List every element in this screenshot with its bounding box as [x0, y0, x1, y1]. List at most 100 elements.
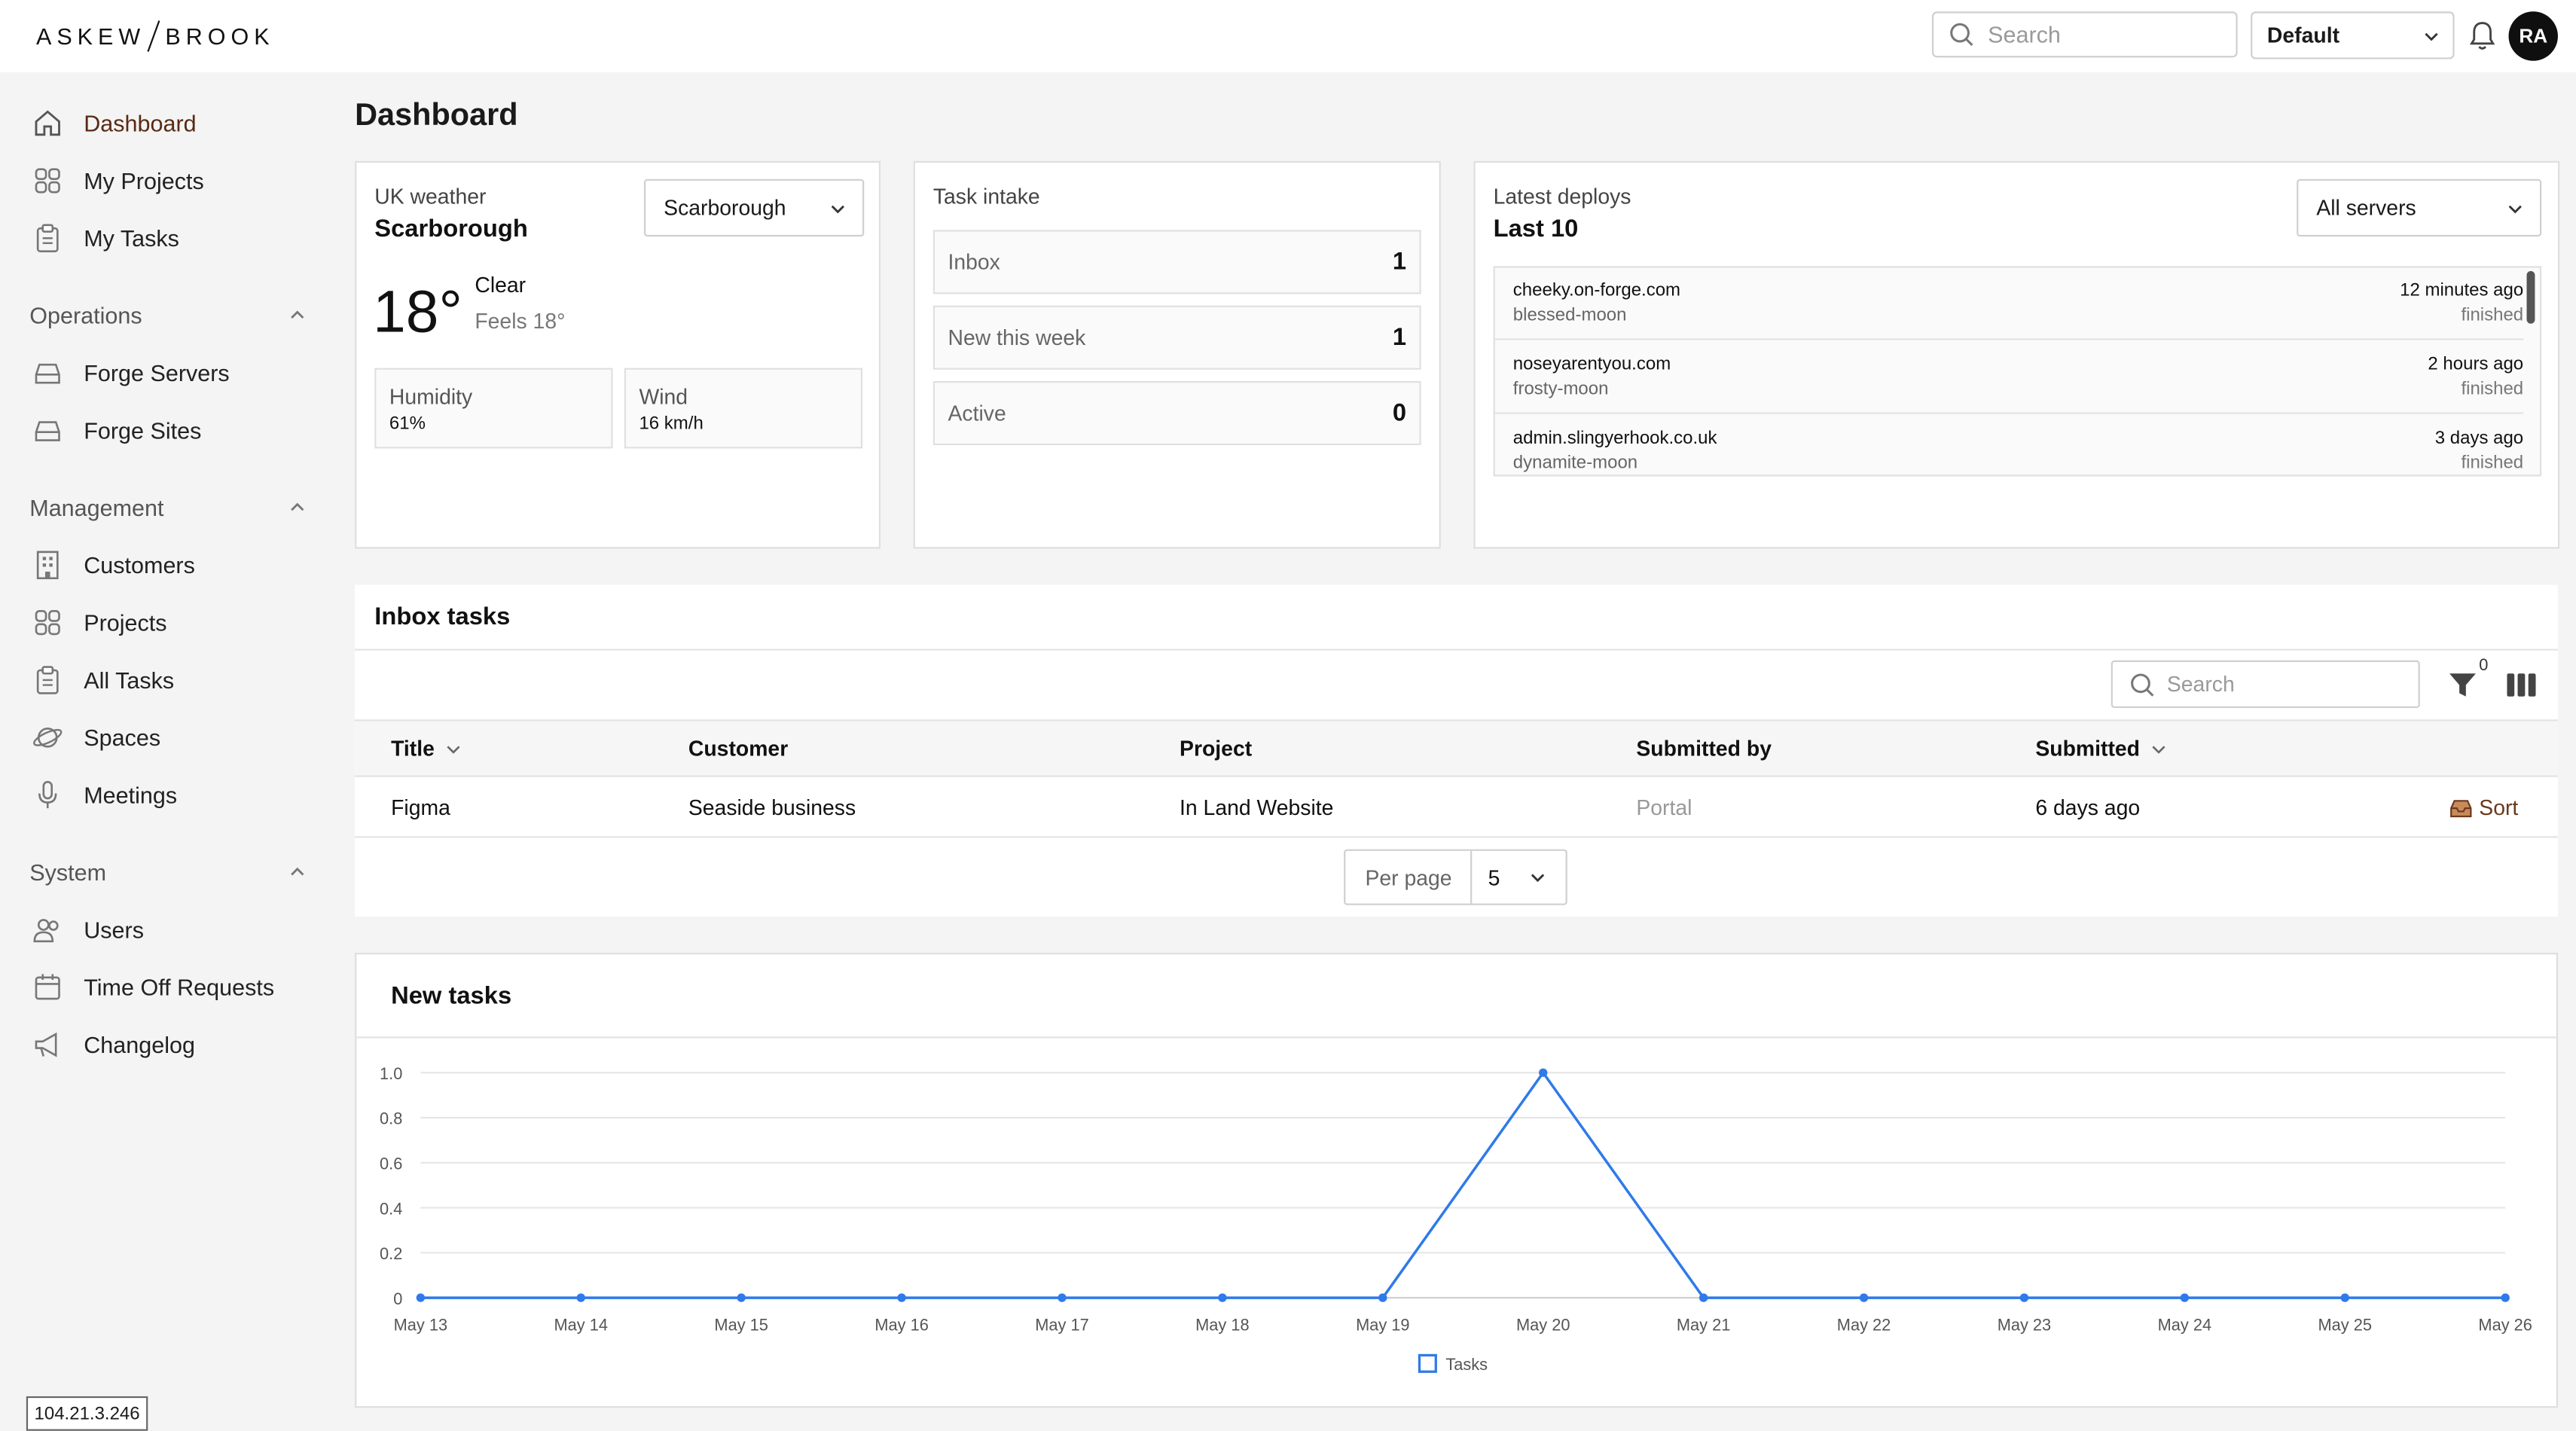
- humidity-value: 61%: [389, 413, 426, 434]
- sidebar-item-changelog[interactable]: Changelog: [29, 1025, 195, 1064]
- deploy-row[interactable]: noseyarentyou.com frosty-moon 2 hours ag…: [1494, 342, 2524, 414]
- user-avatar[interactable]: RA: [2508, 11, 2558, 61]
- server-filter-select[interactable]: All servers: [2297, 178, 2542, 237]
- sidebar-item-all-tasks[interactable]: All Tasks: [29, 661, 174, 700]
- deploy-server: frosty-moon: [1512, 379, 1609, 400]
- sidebar-item-customers[interactable]: Customers: [29, 545, 195, 584]
- workspace-select[interactable]: Default: [2251, 11, 2455, 59]
- divider: [355, 648, 2558, 651]
- page-title: Dashboard: [355, 98, 518, 133]
- deploy-status: finished: [2461, 305, 2524, 325]
- users-icon: [29, 912, 66, 948]
- sidebar-item-dashboard[interactable]: Dashboard: [29, 103, 197, 142]
- sidebar-item-label: Changelog: [84, 1031, 195, 1058]
- x-tick-label: May 26: [2478, 1316, 2532, 1335]
- per-page-select[interactable]: Per page 5: [1344, 849, 1567, 905]
- intake-label: New this week: [948, 325, 1086, 350]
- sidebar-item-meetings[interactable]: Meetings: [29, 775, 177, 814]
- wind-label: Wind: [639, 384, 688, 410]
- chevron-down-icon: [2150, 740, 2166, 757]
- x-tick-label: May 19: [1356, 1316, 1409, 1335]
- sort-action-label: Sort: [2479, 795, 2519, 820]
- filter-count-badge: 0: [2479, 657, 2489, 676]
- planet-icon: [29, 719, 66, 755]
- microphone-icon: [29, 777, 66, 813]
- x-tick-label: May 25: [2318, 1316, 2372, 1335]
- task-intake-heading: Task intake: [932, 184, 1040, 209]
- intake-label: Active: [948, 401, 1006, 426]
- intake-row-new-this-week[interactable]: New this week 1: [932, 305, 1421, 370]
- deploys-heading: Latest deploys: [1493, 184, 1631, 209]
- intake-count: 0: [1392, 399, 1407, 428]
- y-tick-label: 0: [393, 1289, 402, 1308]
- intake-row-inbox[interactable]: Inbox 1: [932, 230, 1421, 294]
- inbox-tray-icon: [2449, 798, 2473, 817]
- sidebar-item-projects[interactable]: Projects: [29, 603, 167, 642]
- x-tick-label: May 22: [1837, 1316, 1891, 1335]
- city-select-value: Scarborough: [664, 195, 786, 221]
- column-header-project[interactable]: Project: [1180, 736, 1252, 761]
- data-point: [897, 1293, 906, 1302]
- columns-icon[interactable]: [2507, 672, 2536, 698]
- sort-action-button[interactable]: Sort: [2449, 795, 2519, 820]
- deploy-server: blessed-moon: [1512, 305, 1627, 325]
- sidebar-item-users[interactable]: Users: [29, 910, 144, 949]
- weather-card: UK weather Scarborough Scarborough 18° C…: [355, 160, 881, 549]
- sidebar-item-forge-servers[interactable]: Forge Servers: [29, 353, 230, 392]
- y-tick-label: 1.0: [380, 1064, 402, 1083]
- inbox-search-input[interactable]: Search: [2111, 660, 2420, 709]
- sidebar-item-label: My Projects: [84, 167, 204, 194]
- chevron-down-icon: [1530, 869, 1546, 886]
- column-header-title[interactable]: Title: [391, 736, 461, 761]
- clipboard-icon: [29, 662, 66, 698]
- legend-swatch: [1418, 1353, 1437, 1373]
- deploy-row[interactable]: cheeky.on-forge.com blessed-moon 12 minu…: [1494, 268, 2524, 340]
- x-tick-label: May 13: [394, 1316, 447, 1335]
- notifications-bell-icon[interactable]: [2468, 20, 2497, 53]
- deploy-list[interactable]: cheeky.on-forge.com blessed-moon 12 minu…: [1493, 266, 2542, 477]
- sidebar-group-operations[interactable]: Operations: [29, 302, 305, 328]
- global-search-input[interactable]: Search: [1931, 11, 2238, 58]
- intake-row-active[interactable]: Active 0: [932, 381, 1421, 446]
- sidebar-group-management[interactable]: Management: [29, 495, 305, 520]
- city-select[interactable]: Scarborough: [643, 178, 865, 237]
- sidebar-item-label: Time Off Requests: [84, 974, 275, 1001]
- deploy-status: finished: [2461, 379, 2524, 400]
- brand-left: ASKEW: [35, 23, 146, 50]
- search-icon: [1949, 21, 1975, 47]
- server-filter-value: All servers: [2316, 195, 2416, 221]
- sidebar-item-forge-sites[interactable]: Forge Sites: [29, 410, 201, 450]
- sidebar-item-time-off-requests[interactable]: Time Off Requests: [29, 968, 274, 1007]
- column-header-submitted[interactable]: Submitted: [2035, 736, 2166, 761]
- x-tick-label: May 18: [1195, 1316, 1249, 1335]
- workspace-value: Default: [2266, 23, 2340, 48]
- sidebar-group-system[interactable]: System: [29, 859, 305, 886]
- column-header-label: Title: [391, 736, 435, 761]
- column-header-submitted-by[interactable]: Submitted by: [1636, 736, 1772, 761]
- deploy-list-scrollbar[interactable]: [2526, 270, 2535, 324]
- brand-logo[interactable]: ASKEW BROOK: [36, 20, 275, 53]
- sidebar-item-label: Spaces: [84, 724, 161, 751]
- deploy-row[interactable]: admin.slingyerhook.co.uk dynamite-moon 3…: [1495, 416, 2523, 475]
- chevron-down-icon: [2423, 27, 2440, 44]
- cell-submitted: 6 days ago: [2035, 795, 2141, 820]
- filter-icon[interactable]: [2448, 670, 2477, 700]
- data-point: [2180, 1293, 2190, 1302]
- intake-label: Inbox: [948, 249, 1000, 275]
- sidebar-item-my-projects[interactable]: My Projects: [29, 161, 204, 200]
- cell-title[interactable]: Figma: [391, 795, 450, 820]
- table-row[interactable]: [355, 777, 2558, 838]
- column-header-customer[interactable]: Customer: [688, 736, 788, 761]
- ip-address-badge: 104.21.3.246: [26, 1396, 148, 1431]
- deploy-site: cheeky.on-forge.com: [1512, 280, 1681, 301]
- data-point: [1699, 1293, 1708, 1302]
- x-tick-label: May 14: [554, 1316, 608, 1335]
- home-icon: [29, 105, 66, 142]
- wind-box: Wind 16 km/h: [624, 368, 863, 449]
- data-point: [737, 1293, 746, 1302]
- inbox-search-placeholder: Search: [2166, 672, 2235, 697]
- sidebar-item-spaces[interactable]: Spaces: [29, 718, 160, 757]
- weather-condition: Clear: [475, 273, 526, 297]
- sidebar-item-label: Forge Servers: [84, 359, 230, 386]
- sidebar-item-my-tasks[interactable]: My Tasks: [29, 218, 179, 258]
